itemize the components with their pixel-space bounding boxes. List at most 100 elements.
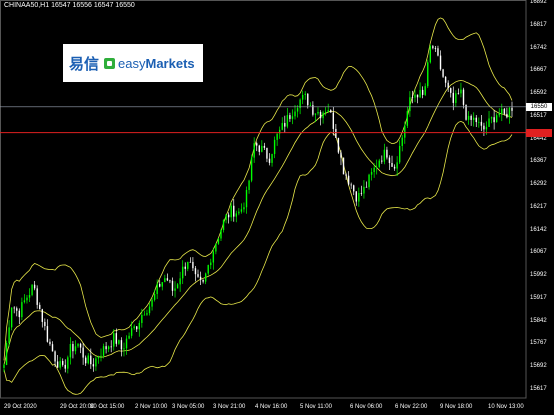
candle	[41, 308, 43, 328]
candle	[483, 122, 485, 137]
candle	[82, 343, 84, 365]
candle	[102, 343, 105, 359]
candle	[87, 353, 89, 365]
bollinger-middle-band	[3, 80, 513, 365]
candle	[271, 153, 273, 167]
candle	[243, 202, 245, 213]
candle-body	[184, 266, 186, 269]
candle	[202, 279, 204, 284]
candle-body	[416, 94, 419, 98]
price-tick-label: 15992	[530, 272, 547, 279]
candle-body	[243, 207, 245, 210]
candle-body	[498, 114, 500, 116]
candle-body	[97, 356, 100, 359]
candle	[64, 359, 66, 373]
candle-body	[138, 322, 140, 330]
broker-logo: 易信 easyMarkets	[63, 44, 203, 82]
candle-body	[386, 149, 388, 158]
price-tick-label: 15617	[530, 386, 547, 392]
candle	[358, 187, 360, 207]
candle	[467, 111, 470, 125]
price-axis[interactable]: 16892 16817 16742 16667 16592 16517 16442 16367…	[526, 0, 554, 415]
candle-body	[176, 284, 179, 289]
candle	[166, 273, 169, 282]
candle	[39, 302, 41, 310]
candle	[307, 93, 309, 109]
candle	[217, 237, 220, 245]
candle	[478, 117, 480, 128]
candle	[151, 298, 153, 311]
candle-body	[113, 333, 115, 347]
candle-body	[225, 214, 227, 221]
candle	[143, 310, 146, 316]
candle-body	[358, 192, 360, 202]
candle-body	[253, 143, 255, 158]
candle	[164, 274, 166, 283]
candle-body	[307, 93, 309, 106]
candle-body	[64, 364, 66, 369]
candle	[401, 135, 403, 152]
candle	[248, 179, 250, 194]
candle-body	[133, 326, 135, 329]
candle-body	[230, 205, 232, 218]
candle-body	[74, 346, 77, 352]
candle-body	[136, 326, 138, 330]
candle	[79, 342, 82, 354]
candle	[31, 284, 33, 297]
logo-english-text: easyMarkets	[118, 56, 195, 71]
candle	[378, 158, 380, 169]
candle	[97, 355, 100, 364]
price-tick-label: 16892	[530, 0, 547, 5]
candle-body	[110, 346, 112, 348]
candle	[46, 319, 49, 343]
candle-body	[419, 89, 421, 98]
candle-body	[345, 174, 347, 176]
candle-body	[31, 284, 33, 295]
candle-body	[294, 111, 296, 117]
candle	[125, 335, 128, 355]
candle-body	[304, 93, 306, 95]
candle	[26, 295, 28, 304]
candle	[74, 340, 77, 355]
candle-body	[3, 364, 5, 368]
candle	[381, 155, 383, 164]
candle	[210, 258, 212, 270]
candle	[253, 137, 255, 163]
candle	[370, 168, 373, 181]
candle-body	[26, 297, 28, 301]
candle	[286, 108, 289, 129]
candle	[187, 261, 189, 272]
candle-body	[388, 157, 391, 163]
candle-body	[23, 300, 26, 303]
candle-body	[411, 97, 414, 99]
candle-body	[146, 313, 148, 315]
candle	[301, 90, 304, 105]
candle	[240, 203, 243, 214]
candle	[245, 186, 248, 214]
candle-body	[13, 307, 15, 309]
candle-body	[488, 118, 490, 127]
candle	[268, 153, 271, 166]
candle-body	[495, 115, 498, 123]
candle-body	[266, 147, 268, 159]
candle	[396, 156, 398, 176]
candle-body	[450, 88, 452, 93]
candle	[324, 107, 327, 116]
candle-body	[301, 94, 304, 100]
candle	[28, 288, 31, 302]
candle	[59, 356, 61, 370]
candle-body	[317, 111, 319, 114]
candle	[511, 101, 513, 117]
candle-body	[181, 266, 184, 279]
candle-body	[452, 92, 454, 103]
candle	[437, 45, 439, 57]
candle	[506, 107, 508, 119]
candle	[455, 90, 457, 107]
candle	[23, 294, 26, 304]
candle-body	[330, 110, 332, 113]
candle	[21, 297, 23, 321]
price-tick-label: 16142	[530, 226, 547, 233]
candle	[439, 50, 442, 71]
candle-body	[82, 347, 84, 358]
candle-body	[123, 348, 125, 350]
